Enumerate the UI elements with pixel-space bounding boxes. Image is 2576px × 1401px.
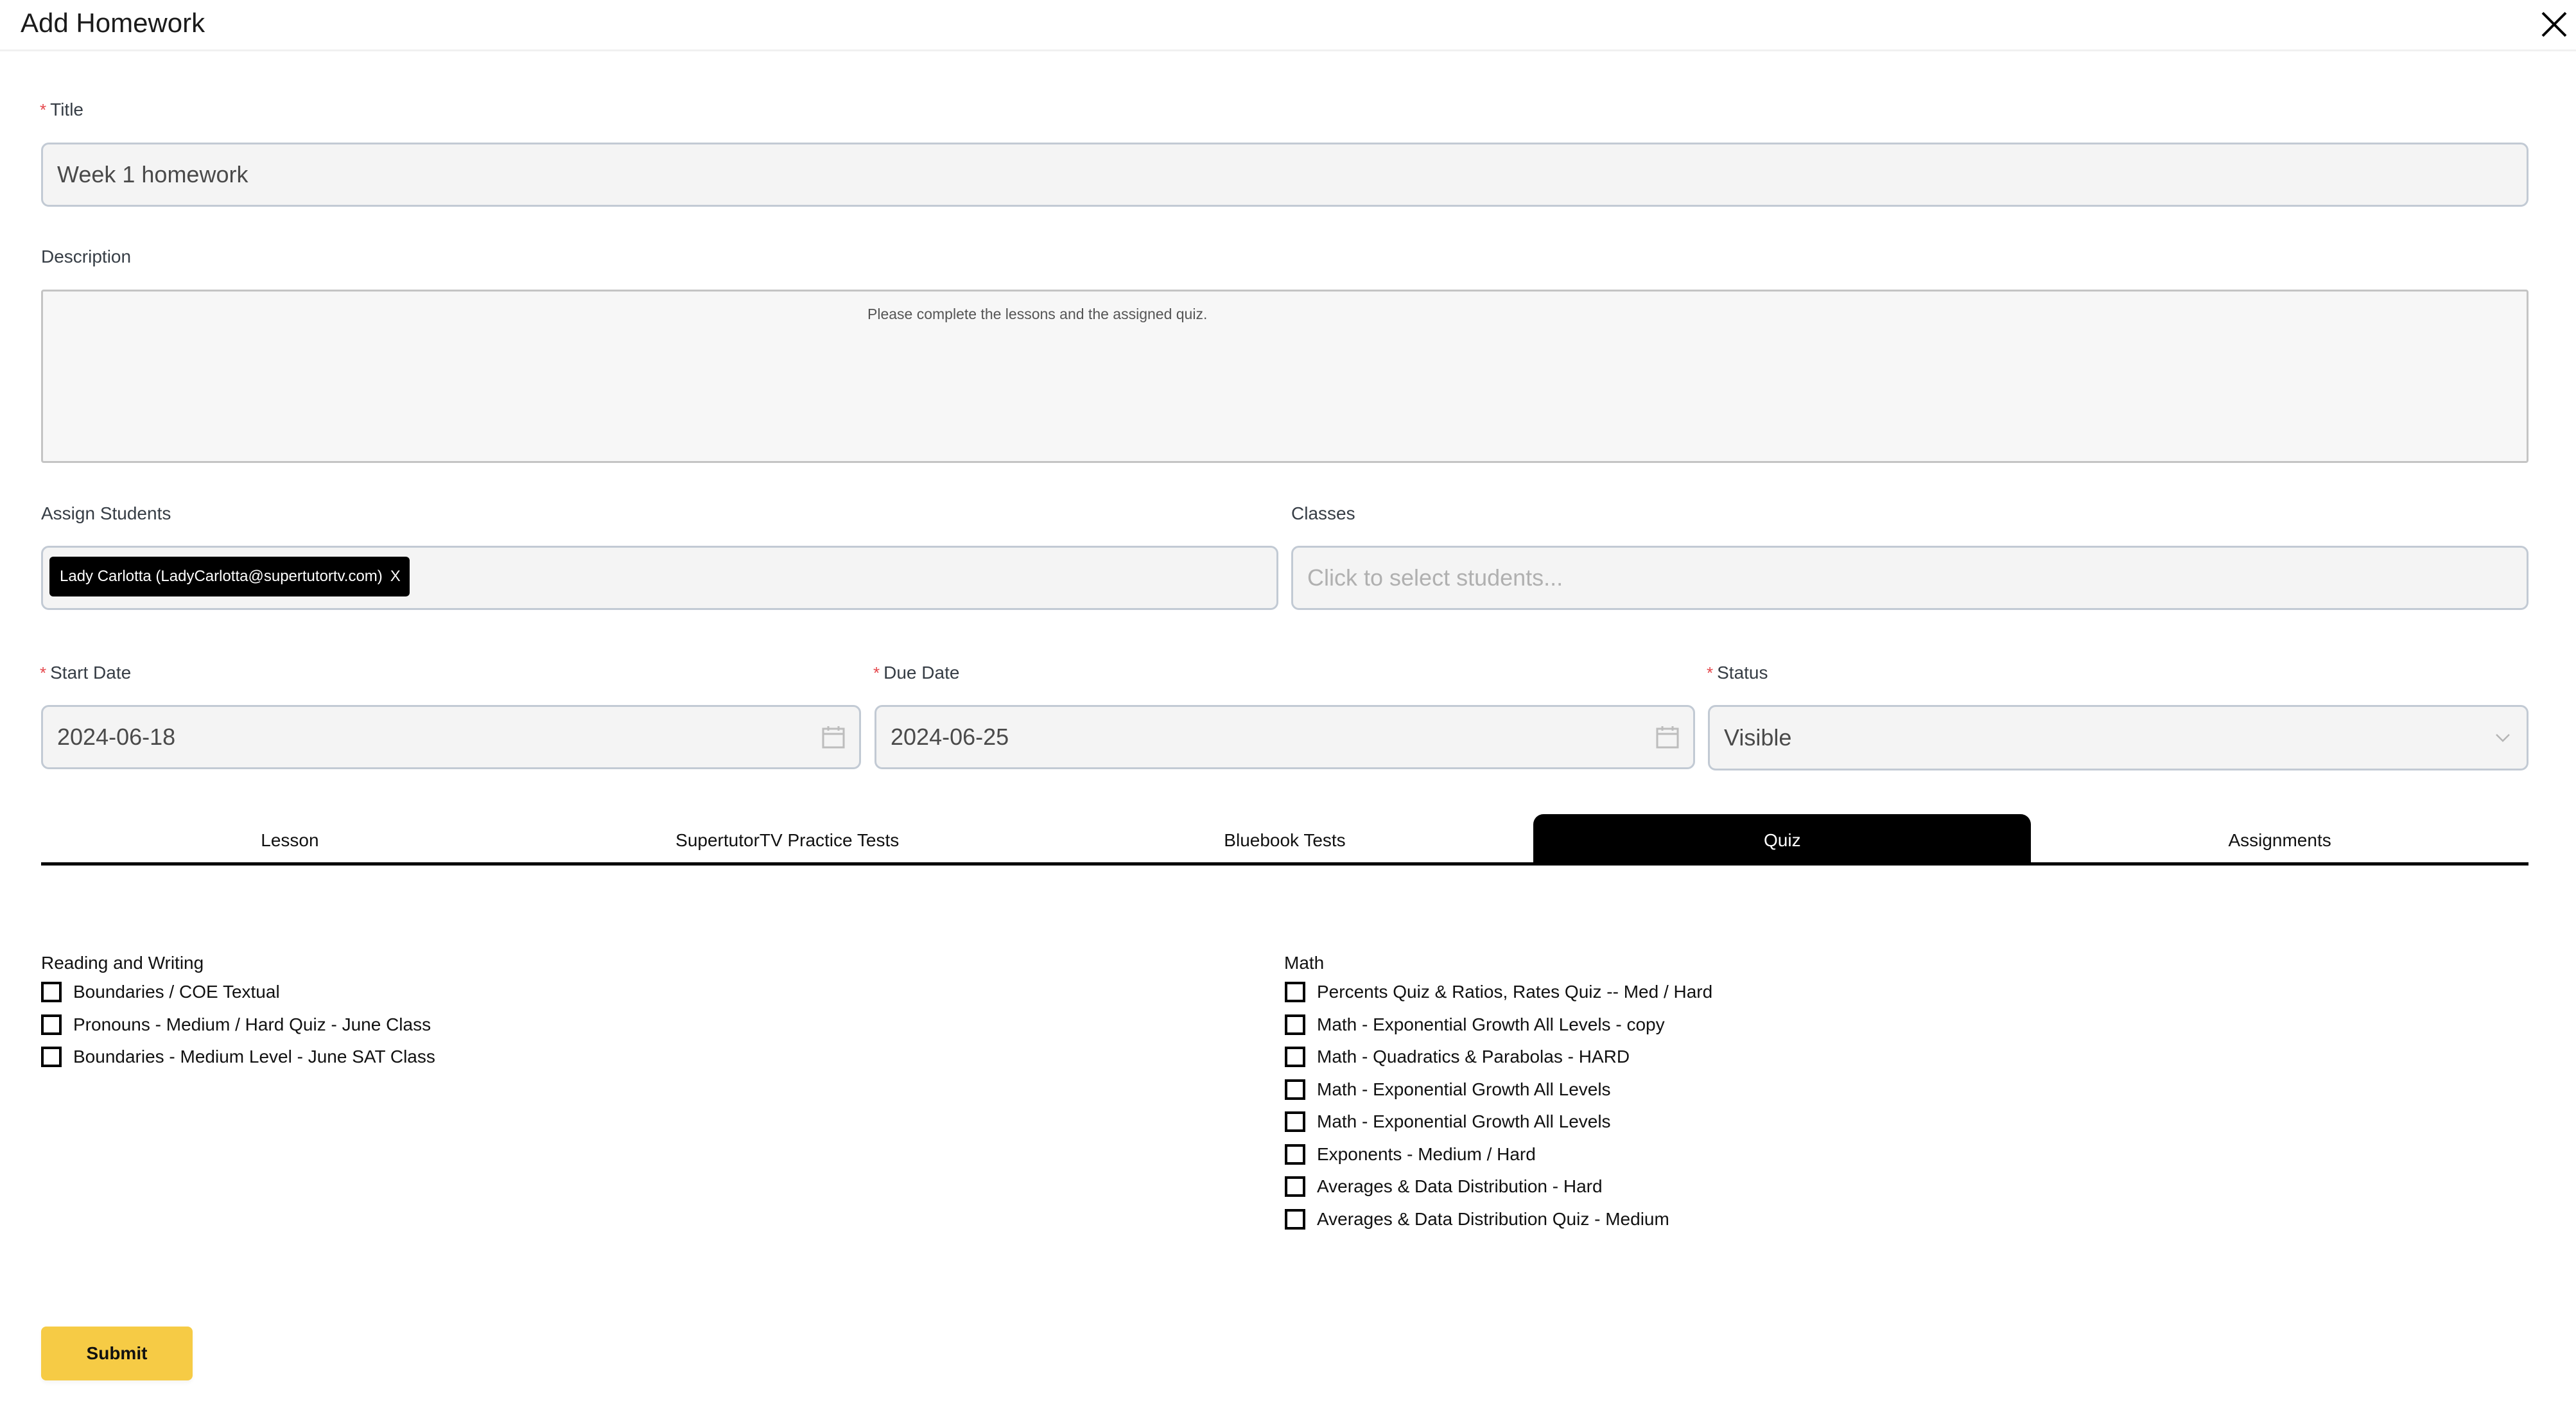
checkbox[interactable] <box>1285 982 1305 1003</box>
checkbox[interactable] <box>41 982 62 1003</box>
tab-bluebook-tests[interactable]: Bluebook Tests <box>1036 814 1534 862</box>
title-input[interactable]: Week 1 homework <box>41 143 2528 207</box>
start-date-input[interactable]: 2024-06-18 <box>41 705 861 769</box>
quiz-item-label: Exponents - Medium / Hard <box>1317 1144 1536 1164</box>
status-select[interactable]: Visible <box>1708 705 2528 770</box>
quiz-item[interactable]: Math - Exponential Growth All Levels <box>1285 1074 1712 1106</box>
status-label: * Status <box>1707 663 1768 683</box>
math-heading: Math <box>1284 953 1325 973</box>
title-input-value: Week 1 homework <box>57 161 248 187</box>
quiz-item[interactable]: Pronouns - Medium / Hard Quiz - June Cla… <box>41 1009 435 1041</box>
checkbox[interactable] <box>1285 1047 1305 1068</box>
quiz-item-label: Boundaries - Medium Level - June SAT Cla… <box>73 1047 435 1067</box>
description-value: Please complete the lessons and the assi… <box>867 306 1208 322</box>
close-icon <box>2541 12 2567 37</box>
quiz-item-label: Averages & Data Distribution Quiz - Medi… <box>1317 1208 1669 1229</box>
calendar-icon[interactable] <box>821 724 846 750</box>
quiz-item-label: Math - Exponential Growth All Levels <box>1317 1079 1611 1099</box>
start-date-label-text: Start Date <box>50 663 132 683</box>
quiz-item-label: Averages & Data Distribution - Hard <box>1317 1176 1603 1197</box>
quiz-item-label: Math - Exponential Growth All Levels <box>1317 1111 1611 1132</box>
tab-assignments[interactable]: Assignments <box>2031 814 2528 862</box>
tab-lesson[interactable]: Lesson <box>41 814 539 862</box>
assign-students-input[interactable]: Lady Carlotta (LadyCarlotta@supertutortv… <box>41 546 1278 610</box>
required-marker: * <box>1707 663 1714 683</box>
quiz-item[interactable]: Math - Exponential Growth All Levels <box>1285 1106 1712 1138</box>
student-chip-label: Lady Carlotta (LadyCarlotta@supertutortv… <box>60 568 383 585</box>
quiz-item[interactable]: Averages & Data Distribution - Hard <box>1285 1170 1712 1203</box>
classes-placeholder: Click to select students... <box>1307 564 1563 591</box>
modal-header: Add Homework <box>0 0 2576 51</box>
classes-input[interactable]: Click to select students... <box>1291 546 2528 610</box>
checkbox[interactable] <box>1285 1144 1305 1165</box>
quiz-item[interactable]: Percents Quiz & Ratios, Rates Quiz -- Me… <box>1285 976 1712 1009</box>
quiz-item-label: Math - Quadratics & Parabolas - HARD <box>1317 1047 1630 1067</box>
classes-label: Classes <box>1291 503 1355 523</box>
checkbox[interactable] <box>1285 1014 1305 1035</box>
chevron-down-icon <box>2496 734 2510 742</box>
quiz-item-label: Percents Quiz & Ratios, Rates Quiz -- Me… <box>1317 982 1713 1002</box>
quiz-item[interactable]: Boundaries / COE Textual <box>41 976 435 1009</box>
status-value: Visible <box>1724 724 1792 751</box>
checkbox[interactable] <box>1285 1111 1305 1133</box>
quiz-item[interactable]: Exponents - Medium / Hard <box>1285 1138 1712 1171</box>
quiz-item-label: Math - Exponential Growth All Levels - c… <box>1317 1014 1665 1034</box>
start-date-label: * Start Date <box>40 663 131 683</box>
title-label-text: Title <box>50 100 83 119</box>
tab-quiz[interactable]: Quiz <box>1533 814 2032 862</box>
content-tabs: Lesson SupertutorTV Practice Tests Blueb… <box>41 814 2528 866</box>
student-chip: Lady Carlotta (LadyCarlotta@supertutortv… <box>49 557 410 596</box>
checkbox[interactable] <box>1285 1079 1305 1100</box>
start-date-value: 2024-06-18 <box>57 724 176 750</box>
quiz-item-label: Pronouns - Medium / Hard Quiz - June Cla… <box>73 1014 431 1034</box>
due-date-input[interactable]: 2024-06-25 <box>875 705 1695 769</box>
quiz-item[interactable]: Boundaries - Medium Level - June SAT Cla… <box>41 1041 435 1074</box>
required-marker: * <box>40 100 47 119</box>
due-date-value: 2024-06-25 <box>891 724 1009 750</box>
remove-student-icon[interactable]: X <box>390 568 401 586</box>
status-label-text: Status <box>1717 663 1768 683</box>
reading-writing-list: Boundaries / COE Textual Pronouns - Medi… <box>41 976 435 1074</box>
due-date-label: * Due Date <box>873 663 959 683</box>
submit-button[interactable]: Submit <box>41 1327 193 1380</box>
description-label: Description <box>41 247 132 266</box>
checkbox[interactable] <box>41 1047 62 1068</box>
required-marker: * <box>40 663 47 683</box>
description-textarea[interactable]: Please complete the lessons and the assi… <box>41 290 2528 463</box>
close-button[interactable] <box>2539 9 2570 40</box>
checkbox[interactable] <box>1285 1208 1305 1230</box>
math-list: Percents Quiz & Ratios, Rates Quiz -- Me… <box>1285 976 1712 1235</box>
title-label: * Title <box>40 100 83 120</box>
due-date-label-text: Due Date <box>883 663 960 683</box>
quiz-item[interactable]: Math - Quadratics & Parabolas - HARD <box>1285 1041 1712 1074</box>
calendar-icon[interactable] <box>1655 724 1680 750</box>
assign-students-label: Assign Students <box>41 503 171 523</box>
reading-writing-heading: Reading and Writing <box>41 953 204 973</box>
checkbox[interactable] <box>1285 1176 1305 1197</box>
modal-title: Add Homework <box>21 8 205 38</box>
quiz-item[interactable]: Math - Exponential Growth All Levels - c… <box>1285 1009 1712 1041</box>
quiz-item[interactable]: Averages & Data Distribution Quiz - Medi… <box>1285 1203 1712 1236</box>
required-marker: * <box>873 663 880 683</box>
quiz-item-label: Boundaries / COE Textual <box>73 982 280 1002</box>
checkbox[interactable] <box>41 1014 62 1035</box>
tab-supertutortv-practice-tests[interactable]: SupertutorTV Practice Tests <box>539 814 1036 862</box>
